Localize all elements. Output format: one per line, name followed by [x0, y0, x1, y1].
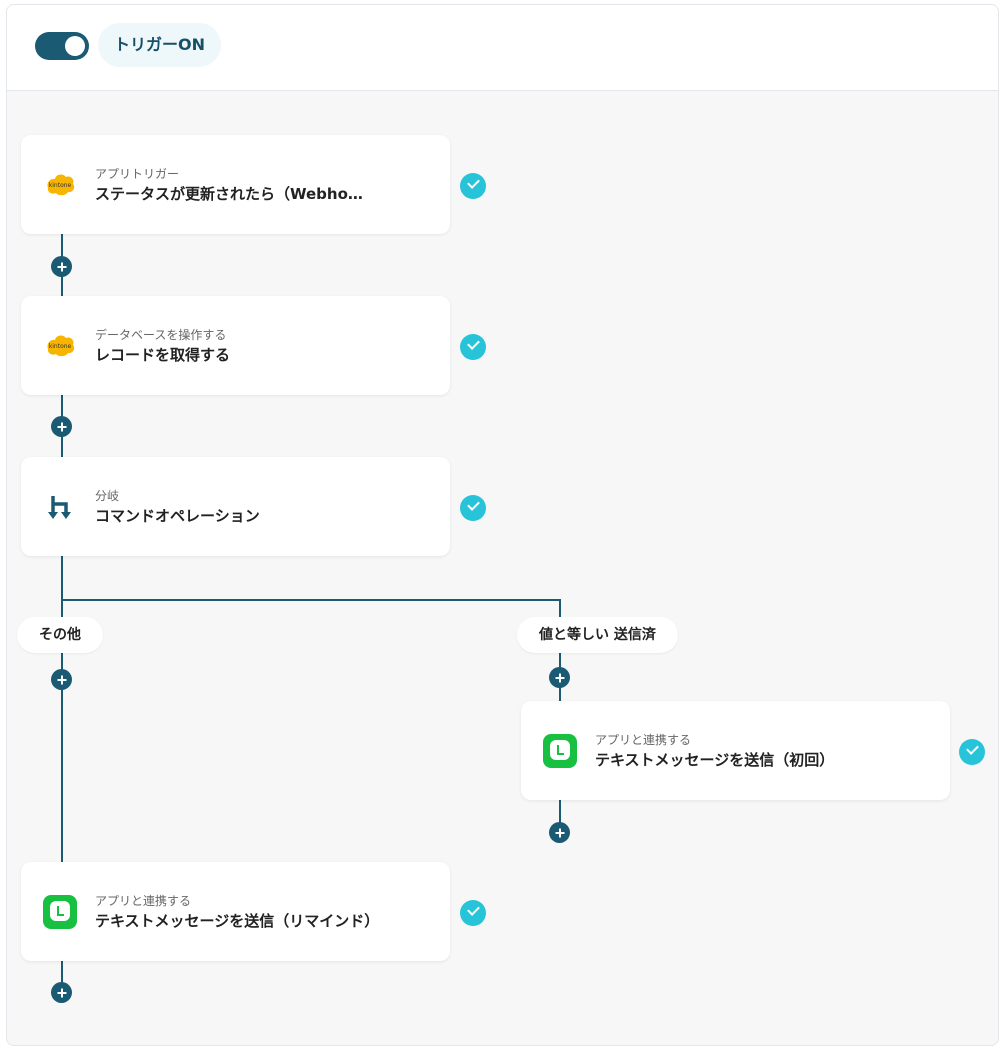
step-complete-check-icon: [460, 495, 486, 521]
line-icon: [43, 895, 77, 929]
step-category: 分岐: [95, 489, 120, 503]
branch-label-equals-sent[interactable]: 値と等しい 送信済: [517, 617, 678, 653]
kintone-icon: kintone: [43, 168, 77, 202]
step-complete-check-icon: [460, 900, 486, 926]
add-step-button[interactable]: [51, 669, 72, 690]
step-complete-check-icon: [460, 173, 486, 199]
branch-label-other[interactable]: その他: [17, 617, 103, 653]
kintone-logo-text: kintone: [49, 343, 72, 350]
step-category: データベースを操作する: [95, 328, 227, 342]
flow-step-get-record[interactable]: kintone データベースを操作する レコードを取得する: [21, 296, 450, 395]
line-icon: [543, 734, 577, 768]
add-step-button[interactable]: [51, 416, 72, 437]
step-complete-check-icon: [460, 334, 486, 360]
add-step-button[interactable]: [51, 982, 72, 1003]
step-category: アプリと連携する: [95, 894, 192, 908]
flow-step-branch-command[interactable]: 分岐 コマンドオペレーション: [21, 457, 450, 556]
workflow-editor: トリガーON kintone アプリトリガー ステータスが更新されたら（Webh…: [6, 4, 999, 1046]
step-category: アプリと連携する: [595, 733, 692, 747]
step-category: アプリトリガー: [95, 167, 180, 181]
step-title: コマンドオペレーション: [95, 507, 260, 525]
step-title: テキストメッセージを送信（初回）: [595, 751, 835, 769]
branch-icon: [43, 490, 77, 524]
flow-canvas: kintone アプリトリガー ステータスが更新されたら（Webho… kint…: [7, 5, 998, 1045]
connector-line: [61, 599, 560, 601]
step-title: ステータスが更新されたら（Webho…: [95, 185, 363, 203]
add-step-button[interactable]: [549, 667, 570, 688]
flow-step-app-trigger[interactable]: kintone アプリトリガー ステータスが更新されたら（Webho…: [21, 135, 450, 234]
step-complete-check-icon: [959, 739, 985, 765]
flow-step-send-initial-message[interactable]: アプリと連携する テキストメッセージを送信（初回）: [521, 701, 950, 800]
flow-step-send-reminder-message[interactable]: アプリと連携する テキストメッセージを送信（リマインド）: [21, 862, 450, 961]
kintone-icon: kintone: [43, 329, 77, 363]
connector-line: [61, 555, 63, 865]
step-title: テキストメッセージを送信（リマインド）: [95, 912, 380, 930]
add-step-button[interactable]: [549, 822, 570, 843]
kintone-logo-text: kintone: [49, 182, 72, 189]
add-step-button[interactable]: [51, 256, 72, 277]
step-title: レコードを取得する: [95, 346, 231, 364]
